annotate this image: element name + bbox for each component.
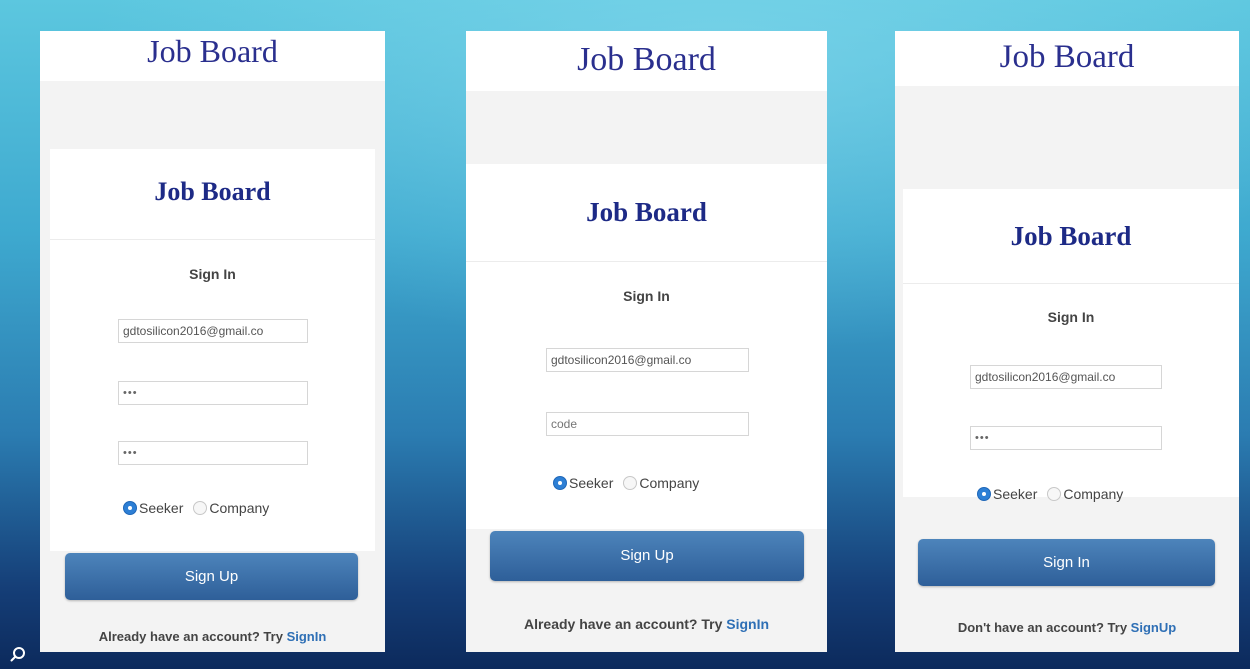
footer-prefix: Don't have an account? Try xyxy=(957,620,1131,635)
header-title: Job Board xyxy=(466,31,827,91)
divider xyxy=(50,239,375,240)
footer-text: Don't have an account? Try SignUp xyxy=(895,620,1239,635)
email-field[interactable] xyxy=(118,319,308,343)
footer-prefix: Already have an account? Try xyxy=(523,616,727,632)
phone-screen-1: Job Board Job Board Sign In ••• ••• Seek… xyxy=(40,31,385,652)
footer-text: Already have an account? Try SignIn xyxy=(466,616,827,632)
divider xyxy=(466,261,827,262)
signin-label: Sign In xyxy=(189,266,236,282)
brand-title: Job Board xyxy=(1010,221,1132,251)
search-icon[interactable] xyxy=(10,646,26,662)
company-radio[interactable] xyxy=(1047,487,1062,501)
email-field[interactable] xyxy=(970,365,1162,389)
confirm-password-field[interactable]: ••• xyxy=(118,441,308,465)
brand-title: Job Board xyxy=(586,197,707,227)
role-radio-group: Seeker Company xyxy=(123,500,279,516)
company-label: Company xyxy=(1063,486,1124,502)
signin-card: Job Board Sign In ••• xyxy=(903,189,1239,497)
signin-link[interactable]: SignIn xyxy=(287,629,327,644)
divider xyxy=(903,283,1239,284)
seeker-label: Seeker xyxy=(993,486,1038,502)
company-label: Company xyxy=(209,500,270,516)
code-field[interactable] xyxy=(546,412,749,436)
company-radio[interactable] xyxy=(193,501,208,515)
seeker-radio[interactable] xyxy=(553,476,567,490)
phone-screen-3: Job Board Job Board Sign In ••• Seeker C… xyxy=(895,31,1239,652)
password-field[interactable]: ••• xyxy=(970,426,1162,450)
seeker-radio[interactable] xyxy=(123,501,137,515)
role-radio-group: Seeker Company xyxy=(977,486,1133,502)
signup-button[interactable]: Sign Up xyxy=(65,553,358,600)
header-title: Job Board xyxy=(895,31,1239,86)
seeker-label: Seeker xyxy=(139,500,184,516)
phone-screen-2: Job Board Job Board Sign In Seeker Compa… xyxy=(466,31,827,652)
signin-card: Job Board Sign In ••• ••• Seeker Company xyxy=(50,149,375,551)
signin-card: Job Board Sign In Seeker Company xyxy=(466,164,827,529)
email-field[interactable] xyxy=(546,348,749,372)
brand-title: Job Board xyxy=(154,177,271,206)
header-title: Job Board xyxy=(40,31,385,81)
signin-label: Sign In xyxy=(1047,309,1095,325)
signup-link[interactable]: SignUp xyxy=(1131,620,1177,635)
signin-button[interactable]: Sign In xyxy=(918,539,1215,586)
company-label: Company xyxy=(639,475,700,491)
signup-button[interactable]: Sign Up xyxy=(490,531,804,581)
signin-label: Sign In xyxy=(623,288,670,304)
role-radio-group: Seeker Company xyxy=(553,475,709,491)
password-field[interactable]: ••• xyxy=(118,381,308,405)
signin-link[interactable]: SignIn xyxy=(726,616,769,632)
company-radio[interactable] xyxy=(623,476,638,490)
footer-text: Already have an account? Try SignIn xyxy=(40,629,385,644)
footer-prefix: Already have an account? Try xyxy=(98,629,287,644)
seeker-label: Seeker xyxy=(569,475,614,491)
seeker-radio[interactable] xyxy=(977,487,991,501)
